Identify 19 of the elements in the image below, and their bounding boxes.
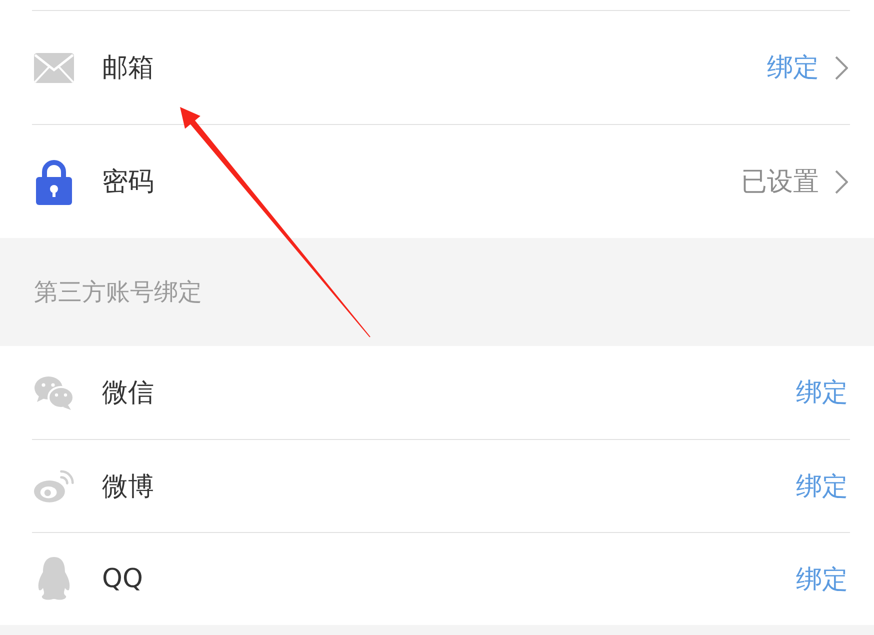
row-label: 密码 [102, 166, 155, 199]
row-value: 绑定 [767, 52, 819, 85]
chat-bubbles-icon [34, 376, 74, 410]
row-label: 微博 [102, 470, 155, 504]
section-header: 第三方账号绑定 [34, 277, 202, 308]
envelope-icon [34, 52, 74, 82]
eye-waves-icon [34, 468, 74, 504]
settings-row[interactable]: 微博 绑定 [32, 439, 850, 532]
row-label: 微信 [102, 377, 155, 410]
penguin-icon [36, 557, 72, 601]
row-value: 绑定 [796, 377, 848, 410]
settings-row[interactable]: 微信 绑定 [32, 346, 850, 439]
row-value: 已设置 [741, 166, 819, 199]
row-label: QQ [102, 564, 144, 594]
settings-row[interactable]: 邮箱 绑定 [32, 10, 850, 124]
row-label: 邮箱 [102, 52, 155, 85]
row-value: 绑定 [796, 564, 848, 596]
lock-icon [36, 158, 72, 204]
row-value: 绑定 [796, 470, 848, 504]
